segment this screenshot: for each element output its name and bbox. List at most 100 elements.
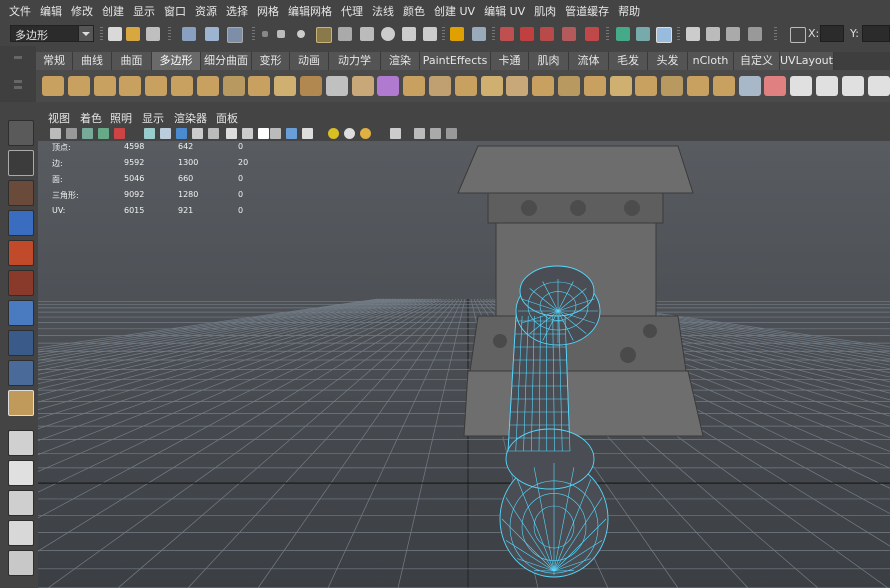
cube-icon[interactable]: [67, 76, 90, 96]
pick-point-icon[interactable]: [297, 30, 305, 38]
planar-mapping-icon[interactable]: [764, 76, 787, 96]
snap-to-view-plane-icon[interactable]: [562, 27, 576, 41]
menu-item[interactable]: 资源: [195, 3, 217, 19]
panel-menu-item[interactable]: 渲染器: [174, 112, 207, 126]
snap-to-grid-icon[interactable]: [500, 27, 514, 41]
menu-item[interactable]: 文件: [9, 3, 31, 19]
shelf-tab[interactable]: 动力学: [329, 52, 381, 70]
open-scene-icon[interactable]: [126, 27, 140, 41]
rotate-tool-icon[interactable]: [8, 240, 34, 266]
checker-uv-icon[interactable]: [816, 76, 838, 96]
menu-item[interactable]: 帮助: [618, 3, 640, 19]
hypershade-layout-icon[interactable]: [8, 550, 34, 576]
pick-curve-icon[interactable]: [360, 27, 374, 41]
lock-selection-icon[interactable]: [450, 27, 464, 41]
four-view-layout-icon[interactable]: [8, 460, 34, 486]
bridge-icon[interactable]: [429, 76, 451, 96]
cylinder-icon[interactable]: [93, 76, 116, 96]
pick-line-icon[interactable]: [316, 27, 332, 43]
pipe-icon[interactable]: [222, 76, 245, 96]
select-camera-icon[interactable]: [50, 128, 61, 139]
snap-to-curve-icon[interactable]: [520, 27, 534, 41]
checker-icon[interactable]: [302, 128, 313, 139]
y-field[interactable]: [862, 25, 890, 42]
universal-manipulator-icon[interactable]: [8, 300, 34, 326]
menu-item[interactable]: 网格: [257, 3, 279, 19]
menu-item[interactable]: 颜色: [403, 3, 425, 19]
xray-icon[interactable]: [270, 128, 281, 139]
select-hierarchy-icon[interactable]: [182, 27, 196, 41]
menu-item[interactable]: 窗口: [164, 3, 186, 19]
shadows-icon[interactable]: [226, 128, 237, 139]
use-all-lights-icon[interactable]: [208, 128, 219, 139]
unfold-uv-icon[interactable]: [841, 76, 864, 96]
uv-editor-icon[interactable]: [790, 76, 813, 96]
pyramid-icon[interactable]: [196, 76, 219, 96]
split-polygon-icon[interactable]: [480, 76, 503, 96]
wireframe-icon[interactable]: [144, 128, 155, 139]
merge-icon[interactable]: [583, 76, 606, 96]
show-manipulator-icon[interactable]: [8, 360, 34, 386]
triangulate-icon[interactable]: [661, 76, 684, 96]
menu-item[interactable]: 编辑 UV: [484, 3, 525, 19]
ipr-render-icon[interactable]: [726, 27, 740, 41]
last-tool-icon[interactable]: [8, 390, 34, 416]
extrude-icon[interactable]: [403, 76, 426, 96]
shelf-tab[interactable]: nCloth: [688, 52, 734, 70]
sphere-icon[interactable]: [42, 76, 64, 96]
soft-mod-tool-icon[interactable]: [8, 330, 34, 356]
shelf-tab[interactable]: 曲面: [112, 52, 152, 70]
pick-handle-icon[interactable]: [338, 27, 352, 41]
select-by-type-icon[interactable]: [390, 128, 401, 139]
render-current-frame-icon[interactable]: [706, 27, 720, 41]
panel-menu-item[interactable]: 显示: [142, 112, 164, 126]
move-tool-icon[interactable]: [8, 210, 34, 236]
select-tool-icon[interactable]: [8, 120, 34, 146]
make-live-icon[interactable]: [585, 27, 599, 41]
render-settings-icon[interactable]: [748, 27, 762, 41]
construction-history-icon[interactable]: [656, 27, 672, 43]
shelf-tab[interactable]: UVLayout: [780, 52, 834, 70]
perspective-viewport[interactable]: 顶点: 4598 642 0 边: 9592 1300 20 面: 5046 660 0 三角形: 909…: [38, 141, 890, 588]
quadrangulate-icon[interactable]: [687, 76, 709, 96]
tear-off-icon[interactable]: [430, 128, 441, 139]
menu-item[interactable]: 编辑网格: [288, 3, 332, 19]
torus-icon[interactable]: [171, 76, 193, 96]
plane-icon[interactable]: [145, 76, 168, 96]
menu-item[interactable]: 选择: [226, 3, 248, 19]
shelf-tab[interactable]: 曲线: [73, 52, 112, 70]
shelf-tab[interactable]: 头发: [648, 52, 688, 70]
offset-edgeloop-icon[interactable]: [532, 76, 555, 96]
shelf-tab[interactable]: 细分曲面: [201, 52, 252, 70]
panel-menu-item[interactable]: 照明: [110, 112, 132, 126]
soccer-ball-icon[interactable]: [274, 76, 297, 96]
sculpt-icon[interactable]: [738, 76, 761, 96]
share-icon[interactable]: [446, 128, 457, 139]
snap-to-point-icon[interactable]: [540, 27, 554, 41]
x-field[interactable]: [820, 25, 844, 42]
highlight-selection-icon[interactable]: [472, 27, 486, 41]
snapshot-icon[interactable]: [414, 128, 425, 139]
smooth-shade-icon[interactable]: [160, 128, 171, 139]
pick-misc-icon[interactable]: [402, 27, 416, 41]
lasso-tool-icon[interactable]: [8, 150, 34, 176]
pick-mask-icon[interactable]: [277, 30, 285, 38]
snap-handle-icon[interactable]: [262, 31, 268, 37]
shelf-tab[interactable]: 动画: [290, 52, 329, 70]
menu-item[interactable]: 显示: [133, 3, 155, 19]
all-lights-icon[interactable]: [344, 128, 355, 139]
shelf-tab[interactable]: 流体: [569, 52, 609, 70]
shelf-tab[interactable]: PaintEffects: [420, 52, 491, 70]
render-view-icon[interactable]: [686, 27, 700, 41]
shelf-tab[interactable]: 自定义: [734, 52, 780, 70]
shelf-tab[interactable]: 变形: [252, 52, 290, 70]
shelf-tab-grip[interactable]: [14, 80, 22, 83]
isolate-select-icon[interactable]: [242, 128, 253, 139]
append-polygon-icon[interactable]: [454, 76, 477, 96]
camera-attributes-icon[interactable]: [66, 128, 77, 139]
mode-menu-dropdown[interactable]: 多边形: [10, 25, 94, 42]
scale-tool-icon[interactable]: [8, 270, 34, 296]
helix-icon[interactable]: [248, 76, 271, 96]
resolution-gate-icon[interactable]: [258, 128, 269, 139]
mirror-icon[interactable]: [712, 76, 735, 96]
